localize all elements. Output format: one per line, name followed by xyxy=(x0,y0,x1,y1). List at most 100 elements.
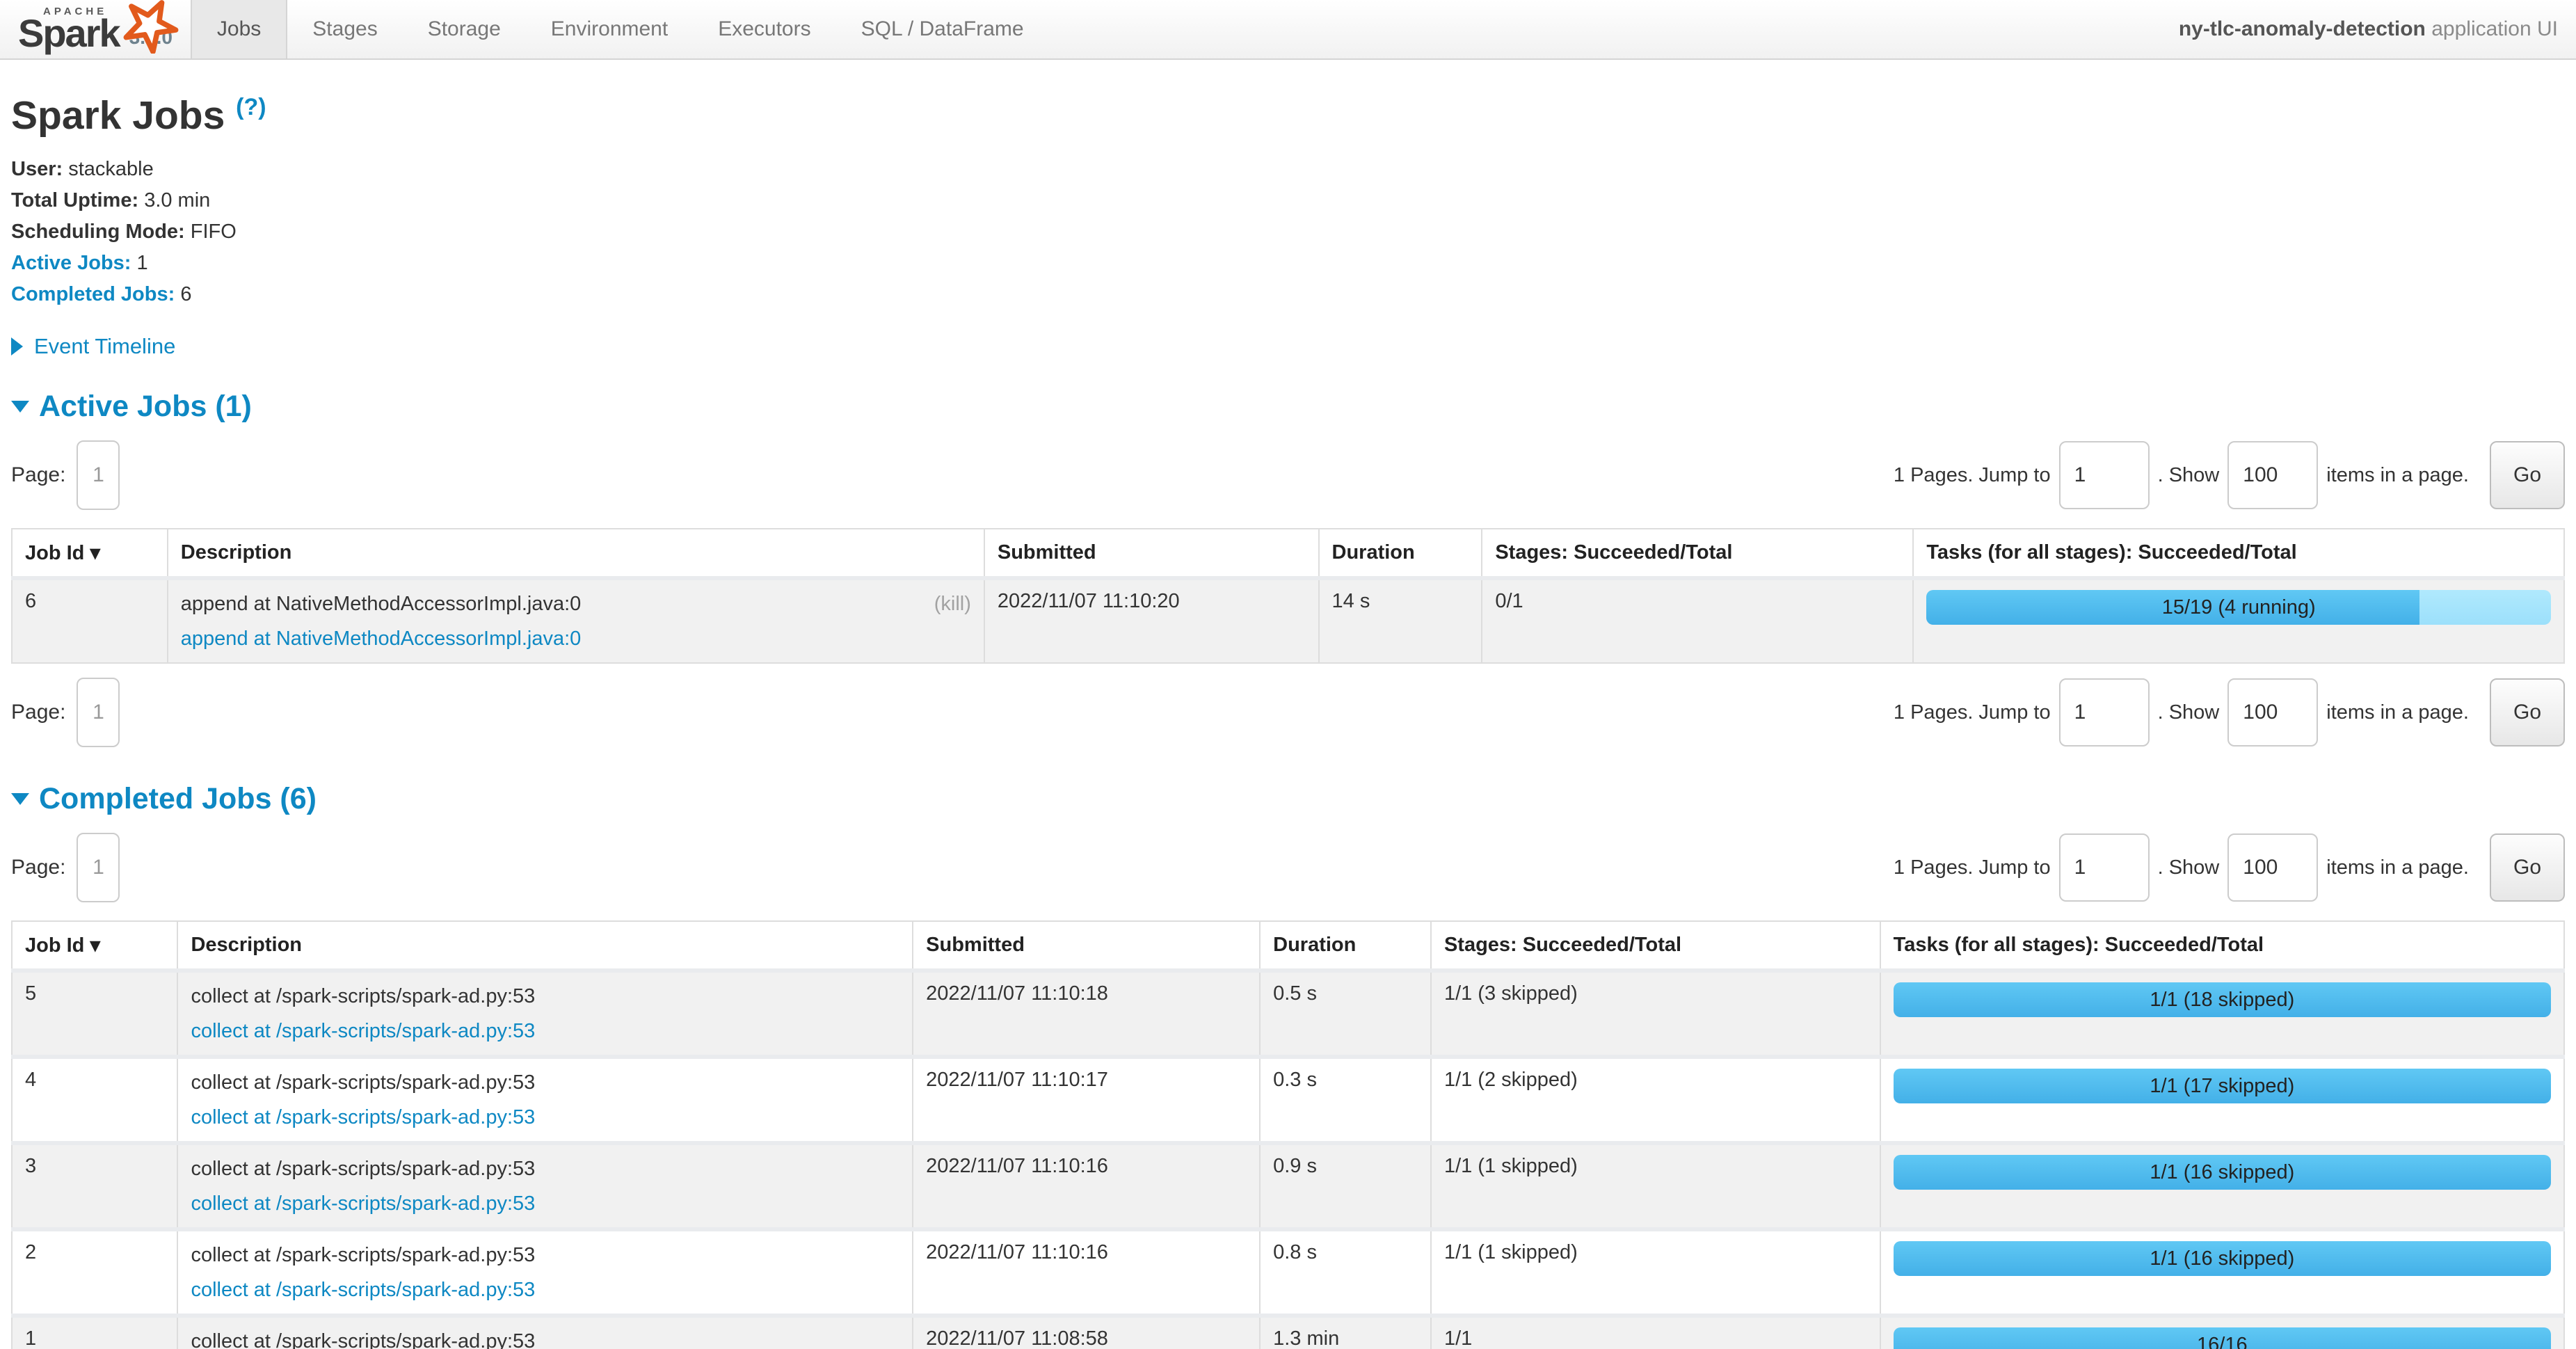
kill-link[interactable]: (kill) xyxy=(934,590,971,618)
job-description-cell: append at NativeMethodAccessorImpl.java:… xyxy=(168,578,984,663)
job-description-cell: collect at /spark-scripts/spark-ad.py:53… xyxy=(177,1229,913,1316)
job-stages-cell: 1/1 (3 skipped) xyxy=(1431,971,1880,1057)
job-tasks-cell: 1/1 (16 skipped) xyxy=(1880,1143,2564,1229)
summary-scheduling-mode: Scheduling Mode: FIFO xyxy=(11,216,2565,248)
items-text: items in a page. xyxy=(2326,464,2469,487)
job-description-cell: collect at /spark-scripts/spark-ad.py:53… xyxy=(177,971,913,1057)
job-duration-cell: 0.9 s xyxy=(1260,1143,1431,1229)
items-per-page-input[interactable] xyxy=(2227,441,2318,509)
column-duration[interactable]: Duration xyxy=(1260,921,1431,971)
job-submitted-cell: 2022/11/07 11:10:16 xyxy=(913,1229,1260,1316)
top-navbar: APACHE Spark 3.3.0 Jobs Stages Storage E… xyxy=(0,0,2576,60)
tasks-progress-label: 1/1 (17 skipped) xyxy=(1894,1069,2551,1103)
tasks-progress-label: 1/1 (16 skipped) xyxy=(1894,1241,2551,1276)
page-number-box[interactable]: 1 xyxy=(77,440,120,510)
tab-environment[interactable]: Environment xyxy=(526,0,693,58)
column-submitted[interactable]: Submitted xyxy=(984,529,1319,578)
active-jobs-section-header[interactable]: Active Jobs (1) xyxy=(11,390,2565,424)
column-description[interactable]: Description xyxy=(168,529,984,578)
summary-active-jobs[interactable]: Active Jobs: 1 xyxy=(11,248,2565,279)
active-jobs-pagination-bottom: Page: 1 1 Pages. Jump to . Show items in… xyxy=(11,664,2565,761)
job-submitted-cell: 2022/11/07 11:10:17 xyxy=(913,1057,1260,1143)
tasks-progress-label: 15/19 (4 running) xyxy=(1926,590,2551,625)
tab-jobs[interactable]: Jobs xyxy=(191,0,287,58)
page-label: Page: xyxy=(11,701,65,724)
items-per-page-input[interactable] xyxy=(2227,833,2318,902)
show-text: . Show xyxy=(2158,464,2220,487)
tab-stages[interactable]: Stages xyxy=(287,0,402,58)
job-description-text: collect at /spark-scripts/spark-ad.py:53 xyxy=(191,1327,535,1349)
job-description-link[interactable]: collect at /spark-scripts/spark-ad.py:53 xyxy=(191,1017,535,1045)
summary-user: User: stackable xyxy=(11,154,2565,185)
column-duration[interactable]: Duration xyxy=(1319,529,1482,578)
job-description-link[interactable]: append at NativeMethodAccessorImpl.java:… xyxy=(181,625,581,653)
column-submitted[interactable]: Submitted xyxy=(913,921,1260,971)
tasks-progress-bar: 16/16 xyxy=(1894,1327,2551,1349)
jump-to-page-input[interactable] xyxy=(2059,441,2150,509)
spark-logo[interactable]: APACHE Spark 3.3.0 xyxy=(0,0,191,58)
jump-to-page-input[interactable] xyxy=(2059,678,2150,747)
items-text: items in a page. xyxy=(2326,701,2469,724)
column-stages[interactable]: Stages: Succeeded/Total xyxy=(1482,529,1913,578)
job-duration-cell: 14 s xyxy=(1319,578,1482,663)
column-stages[interactable]: Stages: Succeeded/Total xyxy=(1431,921,1880,971)
spark-star-icon xyxy=(121,0,179,58)
job-row: 2collect at /spark-scripts/spark-ad.py:5… xyxy=(12,1229,2564,1316)
job-tasks-cell: 15/19 (4 running) xyxy=(1913,578,2564,663)
tasks-progress-label: 16/16 xyxy=(1894,1327,2551,1349)
job-row: 6 append at NativeMethodAccessorImpl.java… xyxy=(12,578,2564,663)
tasks-progress-bar: 1/1 (16 skipped) xyxy=(1894,1241,2551,1276)
job-description-text: append at NativeMethodAccessorImpl.java:… xyxy=(181,590,581,618)
job-id-cell: 2 xyxy=(12,1229,177,1316)
tab-storage[interactable]: Storage xyxy=(403,0,526,58)
summary-uptime: Total Uptime: 3.0 min xyxy=(11,185,2565,216)
summary-completed-jobs[interactable]: Completed Jobs: 6 xyxy=(11,279,2565,310)
page-number-box[interactable]: 1 xyxy=(77,833,120,902)
page-title: Spark Jobs (?) xyxy=(11,85,2565,138)
job-id-cell: 6 xyxy=(12,578,168,663)
go-button[interactable]: Go xyxy=(2490,441,2565,509)
show-text: . Show xyxy=(2158,856,2220,879)
job-tasks-cell: 16/16 xyxy=(1880,1316,2564,1349)
tab-sql-dataframe[interactable]: SQL / DataFrame xyxy=(836,0,1049,58)
go-button[interactable]: Go xyxy=(2490,678,2565,747)
completed-jobs-table: Job Id ▾ Description Submitted Duration … xyxy=(11,920,2565,1349)
column-tasks[interactable]: Tasks (for all stages): Succeeded/Total xyxy=(1913,529,2564,578)
column-job-id[interactable]: Job Id ▾ xyxy=(12,529,168,578)
go-button[interactable]: Go xyxy=(2490,833,2565,902)
tasks-progress-bar: 1/1 (18 skipped) xyxy=(1894,982,2551,1017)
application-name: ny-tlc-anomaly-detection application UI xyxy=(2179,0,2576,58)
items-text: items in a page. xyxy=(2326,856,2469,879)
job-duration-cell: 0.3 s xyxy=(1260,1057,1431,1143)
completed-jobs-section-header[interactable]: Completed Jobs (6) xyxy=(11,782,2565,816)
items-per-page-input[interactable] xyxy=(2227,678,2318,747)
job-submitted-cell: 2022/11/07 11:08:58 xyxy=(913,1316,1260,1349)
show-text: . Show xyxy=(2158,701,2220,724)
column-job-id[interactable]: Job Id ▾ xyxy=(12,921,177,971)
job-id-cell: 3 xyxy=(12,1143,177,1229)
job-submitted-cell: 2022/11/07 11:10:20 xyxy=(984,578,1319,663)
job-row: 3 collect at /spark-scripts/spark-ad.py:5… xyxy=(12,1143,2564,1229)
help-link[interactable]: (?) xyxy=(236,94,266,120)
tasks-progress-label: 1/1 (18 skipped) xyxy=(1894,982,2551,1017)
page-number-box[interactable]: 1 xyxy=(77,678,120,747)
tasks-progress-label: 1/1 (16 skipped) xyxy=(1894,1155,2551,1190)
job-submitted-cell: 2022/11/07 11:10:18 xyxy=(913,971,1260,1057)
job-description-link[interactable]: collect at /spark-scripts/spark-ad.py:53 xyxy=(191,1190,535,1218)
tab-executors[interactable]: Executors xyxy=(693,0,835,58)
job-description-link[interactable]: collect at /spark-scripts/spark-ad.py:53 xyxy=(191,1276,535,1304)
job-tasks-cell: 1/1 (17 skipped) xyxy=(1880,1057,2564,1143)
pages-jump-text: 1 Pages. Jump to xyxy=(1894,464,2051,487)
event-timeline-toggle[interactable]: Event Timeline xyxy=(11,334,2565,359)
job-row: 5collect at /spark-scripts/spark-ad.py:5… xyxy=(12,971,2564,1057)
job-description-link[interactable]: collect at /spark-scripts/spark-ad.py:53 xyxy=(191,1103,535,1131)
job-tasks-cell: 1/1 (18 skipped) xyxy=(1880,971,2564,1057)
column-description[interactable]: Description xyxy=(177,921,913,971)
column-tasks[interactable]: Tasks (for all stages): Succeeded/Total xyxy=(1880,921,2564,971)
job-row: 4collect at /spark-scripts/spark-ad.py:5… xyxy=(12,1057,2564,1143)
active-jobs-pagination-top: Page: 1 1 Pages. Jump to . Show items in… xyxy=(11,426,2565,524)
logo-brand-text: Spark xyxy=(18,14,120,53)
jump-to-page-input[interactable] xyxy=(2059,833,2150,902)
job-summary: User: stackable Total Uptime: 3.0 min Sc… xyxy=(11,154,2565,310)
application-name-bold: ny-tlc-anomaly-detection xyxy=(2179,17,2426,40)
